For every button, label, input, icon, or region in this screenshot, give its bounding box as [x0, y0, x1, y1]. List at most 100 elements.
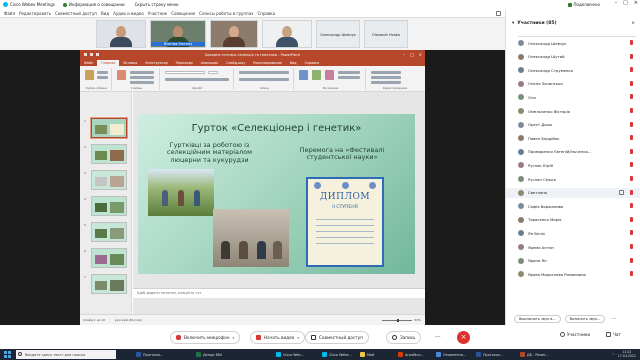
section-button[interactable] — [130, 81, 154, 84]
align-buttons[interactable] — [239, 78, 289, 81]
close-panel-icon[interactable]: × — [631, 21, 635, 26]
shapes-icon[interactable] — [299, 70, 308, 80]
taskbar-app[interactable]: Cisco Web... — [276, 350, 304, 359]
taskbar-app[interactable]: Денди 884 — [196, 350, 222, 359]
zoom-slider[interactable] — [382, 318, 413, 322]
menu-breakout[interactable]: Сеансы работы в группах — [199, 11, 253, 16]
chevron-down-icon[interactable]: ▾ — [297, 336, 299, 340]
microphone-muted-icon[interactable] — [630, 40, 633, 45]
undo-icon[interactable] — [90, 53, 93, 56]
menu-view[interactable]: Вид — [101, 11, 109, 16]
arrange-icon[interactable] — [312, 70, 321, 80]
minimize-button[interactable]: – — [615, 0, 618, 6]
maximize-button[interactable]: □ — [623, 0, 628, 6]
slide-thumbnail[interactable]: 2 — [84, 144, 127, 164]
slide-thumbnail[interactable]: 7 — [84, 274, 127, 294]
slide-thumbnail[interactable]: 5 — [84, 222, 127, 242]
participant-row[interactable]: Оля — [506, 92, 640, 102]
zoom-control[interactable]: 53% — [382, 318, 421, 322]
notification-icon[interactable]: ^ — [612, 353, 615, 357]
microphone-muted-icon[interactable] — [630, 257, 633, 263]
microphone-muted-icon[interactable] — [630, 108, 633, 113]
slide-thumbnail[interactable]: 3 — [84, 170, 127, 190]
paste-icon[interactable] — [85, 70, 94, 80]
microphone-muted-icon[interactable] — [630, 67, 633, 73]
notes-pane[interactable]: Щоб додати нотатки, клацніть тут — [133, 288, 425, 298]
record-button[interactable]: Запись — [386, 331, 422, 344]
quick-styles-icon[interactable] — [325, 70, 334, 80]
save-icon[interactable] — [84, 53, 87, 56]
chevron-down-icon[interactable]: ▾ — [512, 21, 514, 26]
microphone-muted-icon[interactable] — [630, 230, 633, 236]
windows-start-icon[interactable] — [4, 351, 11, 358]
slide-thumbnail[interactable]: 6 — [84, 248, 127, 268]
participant-row[interactable]: Олександр Шевчук — [506, 38, 640, 48]
menu-participant[interactable]: Участник — [148, 11, 167, 16]
video-tile[interactable] — [210, 20, 258, 48]
participant-row[interactable]: Ян Беліх — [506, 228, 640, 238]
menu-file[interactable]: Файл — [4, 11, 15, 16]
participant-row[interactable]: Ярема Антон — [506, 242, 640, 252]
share-icon[interactable] — [619, 189, 624, 195]
clock[interactable]: 11:22 17.04.2021 — [618, 350, 636, 358]
ppt-minimize-button[interactable]: – — [403, 52, 405, 57]
video-tile[interactable] — [96, 20, 146, 48]
zoom-thumb[interactable] — [397, 318, 400, 322]
video-tile[interactable]: Olexandr Hvaka — [364, 20, 408, 48]
reset-button[interactable] — [130, 76, 154, 79]
microphone-muted-icon[interactable] — [630, 216, 633, 222]
menu-help[interactable]: Справка — [257, 11, 275, 16]
chat-toggle-button[interactable]: Чат — [606, 332, 621, 337]
participants-search[interactable] — [518, 30, 636, 37]
hide-menu-bar-button[interactable]: Скрыть строку меню — [135, 2, 179, 7]
taskbar-app[interactable]: Протокол... — [476, 350, 503, 359]
taskbar-app[interactable]: ДБ - Power... — [520, 350, 549, 359]
taskbar-app[interactable]: Протокол... — [136, 350, 163, 359]
layout-button[interactable] — [130, 71, 154, 74]
end-meeting-button[interactable]: × — [457, 331, 470, 344]
current-slide[interactable]: Гурток «Селекціонер і генетик» Гуртківці… — [138, 114, 415, 274]
find-button[interactable] — [371, 71, 401, 74]
taskbar-app[interactable]: Агробіол... — [398, 350, 424, 359]
unmute-button[interactable]: Включить микрофон ▾ — [170, 331, 241, 344]
chevron-down-icon[interactable]: ▾ — [233, 336, 235, 340]
cut-button[interactable] — [97, 71, 108, 74]
mute-all-button[interactable]: Выключить звук в... — [514, 315, 561, 323]
participant-row[interactable]: Орест Дошк — [506, 120, 640, 130]
participant-row[interactable]: Светлана — [506, 187, 640, 198]
participant-row[interactable]: Ярова Мирослава Романовна — [506, 269, 640, 279]
slide-thumbnail[interactable]: 1 — [84, 118, 127, 138]
microphone-muted-icon[interactable] — [630, 80, 633, 86]
list-buttons[interactable] — [239, 71, 289, 74]
microphone-muted-icon[interactable] — [630, 148, 633, 154]
more-options-icon[interactable]: ··· — [611, 316, 616, 322]
share-button[interactable]: Совместный доступ — [305, 331, 369, 344]
close-button[interactable]: × — [634, 0, 638, 6]
participant-row[interactable]: Руслан Смыга — [506, 174, 640, 184]
participant-row[interactable]: Олена Зачинська — [506, 79, 640, 89]
menu-audio-video[interactable]: Аудио и видео — [113, 11, 144, 16]
microphone-muted-icon[interactable] — [630, 121, 633, 127]
layout-icon[interactable] — [496, 10, 501, 16]
video-tile[interactable] — [262, 20, 312, 48]
taskbar-app[interactable]: Cisco Webe... — [322, 350, 352, 359]
taskbar-search-box[interactable]: Введите здесь текст для поиска — [16, 350, 116, 359]
participant-row[interactable]: Руснак Юрій — [506, 160, 640, 170]
more-controls-icon[interactable]: ··· — [430, 331, 446, 344]
font-format-buttons[interactable] — [165, 78, 229, 81]
ppt-close-button[interactable]: × — [419, 52, 422, 57]
microphone-muted-icon[interactable] — [630, 244, 633, 249]
copy-button[interactable] — [97, 76, 108, 79]
ppt-maximize-button[interactable]: □ — [410, 52, 414, 57]
taskbar-app[interactable]: Оновлення... — [436, 350, 466, 359]
shape-fill-button[interactable] — [338, 71, 360, 74]
microphone-muted-icon[interactable] — [630, 189, 633, 195]
participant-row[interactable]: Приморенко Євгеній/Ільченко... — [506, 147, 640, 157]
meeting-info-button[interactable]: Информация о совещании — [62, 2, 125, 7]
microphone-muted-icon[interactable] — [630, 135, 633, 141]
microphone-muted-icon[interactable] — [630, 94, 633, 100]
menu-meeting[interactable]: Совещание — [171, 11, 195, 16]
participant-row[interactable]: Олександр Струменко — [506, 65, 640, 75]
microphone-muted-icon[interactable] — [630, 271, 633, 277]
microphone-muted-icon[interactable] — [630, 53, 633, 59]
